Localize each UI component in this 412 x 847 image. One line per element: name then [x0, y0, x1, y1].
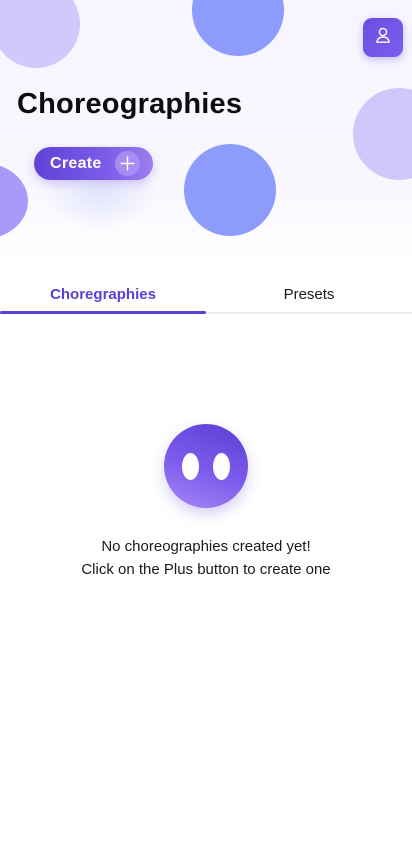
tab-bar: Choregraphies Presets — [0, 276, 412, 314]
decorative-bubble — [179, 139, 281, 241]
user-icon — [374, 26, 392, 49]
create-button[interactable]: Create — [34, 147, 153, 180]
tab-label: Choregraphies — [50, 285, 156, 303]
create-button-label: Create — [50, 154, 102, 172]
decorative-bubble — [348, 83, 412, 185]
tab-choreographies[interactable]: Choregraphies — [0, 276, 206, 314]
eye-icon — [182, 453, 199, 480]
tab-label: Presets — [283, 285, 335, 303]
decorative-bubble — [0, 158, 33, 244]
header-hero: Choreographies Create — [0, 0, 412, 262]
profile-button[interactable] — [363, 18, 403, 57]
plus-icon — [115, 151, 140, 176]
decorative-bubble — [0, 0, 85, 73]
eye-icon — [213, 453, 230, 480]
empty-state-message: No choreographies created yet! Click on … — [0, 536, 412, 581]
ghost-face-icon — [164, 424, 248, 508]
empty-state-line-1: No choreographies created yet! — [101, 538, 311, 555]
tab-presets[interactable]: Presets — [206, 276, 412, 312]
decorative-bubble — [187, 0, 289, 61]
page-title: Choreographies — [17, 88, 243, 120]
empty-state-line-2: Click on the Plus button to create one — [81, 560, 331, 578]
